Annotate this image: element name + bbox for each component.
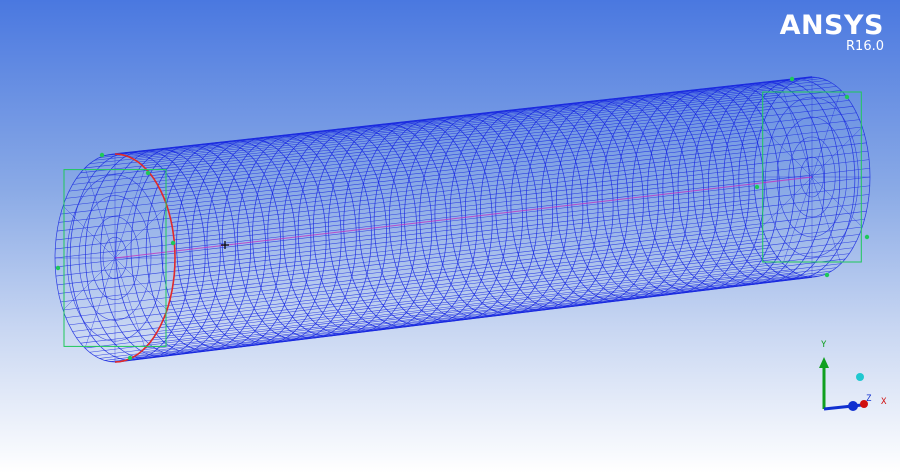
- mesh-vertex: [127, 355, 133, 361]
- silhouette-top: [114, 76, 813, 155]
- mesh-vertex: [55, 265, 61, 271]
- mesh-vertex: [844, 94, 850, 100]
- end-cap-spoke: [761, 126, 813, 178]
- x-axis-label: X: [881, 397, 887, 407]
- brand-version: R16.0: [846, 39, 884, 54]
- mesh-vertex: [824, 272, 830, 278]
- end-cap-spoke: [782, 176, 813, 264]
- end-cap-spoke: [62, 257, 116, 311]
- mesh-vertex: [99, 152, 105, 158]
- graphics-viewport[interactable]: [0, 0, 900, 473]
- mesh-vertex: [754, 184, 760, 190]
- ansys-logo: ANSYS R16.0: [780, 12, 884, 54]
- axis-triad[interactable]: Y Z X: [800, 325, 900, 425]
- end-cap-spoke: [811, 90, 842, 178]
- end-cap-spoke: [811, 176, 842, 264]
- end-cap-spoke: [62, 205, 116, 259]
- z-axis-label: Z: [866, 394, 872, 404]
- isometric-view-sphere[interactable]: [856, 373, 864, 381]
- mesh-vertex: [789, 76, 795, 82]
- brand-name: ANSYS: [779, 10, 884, 41]
- y-axis-arrowhead: [819, 357, 829, 368]
- end-cap-spoke: [782, 90, 813, 178]
- mesh-vertex: [864, 234, 870, 240]
- silhouette-bottom: [114, 276, 813, 363]
- end-cap-spoke: [114, 257, 168, 311]
- z-axis-head: [848, 401, 858, 411]
- mesh-vertex: [145, 170, 151, 176]
- mesh-vertex: [170, 240, 176, 246]
- y-axis-label: Y: [821, 340, 827, 350]
